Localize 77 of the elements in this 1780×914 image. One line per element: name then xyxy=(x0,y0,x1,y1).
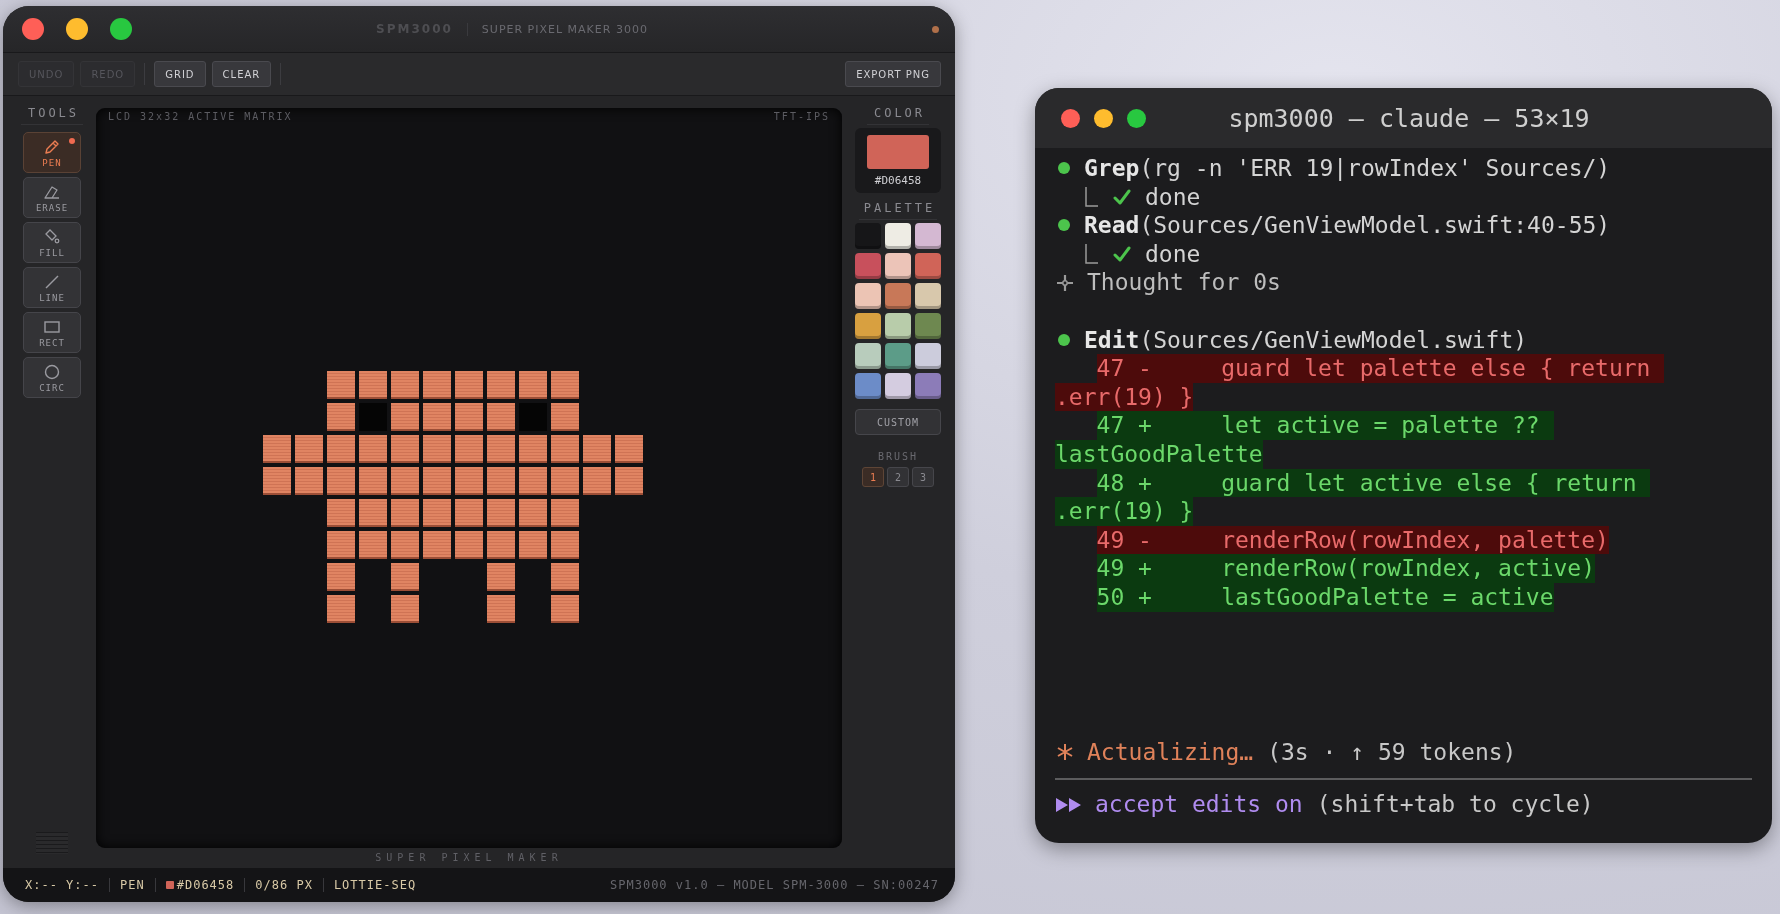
result-text: done xyxy=(1145,239,1201,269)
checkmark-icon xyxy=(1113,245,1131,264)
palette-swatch[interactable] xyxy=(855,343,881,369)
circle-icon xyxy=(42,362,62,382)
tree-branch-icon xyxy=(1083,184,1099,209)
toolbar-button[interactable]: CLEAR xyxy=(211,61,272,87)
bullet-icon xyxy=(1058,219,1070,232)
palette-swatch[interactable] xyxy=(885,343,911,369)
color-hex-label: #D06458 xyxy=(874,174,922,187)
color-swatch[interactable] xyxy=(867,135,929,169)
status-detail: (3s · ↑ 59 tokens) xyxy=(1267,737,1517,767)
status-text: #D06458 xyxy=(176,878,235,892)
section-heading: TOOLS xyxy=(21,106,83,125)
palette-swatch[interactable] xyxy=(885,313,911,339)
tool-button[interactable]: CIRC xyxy=(23,357,81,398)
minimize-button[interactable] xyxy=(66,18,88,40)
palette-swatch[interactable] xyxy=(855,283,881,309)
palette-swatch[interactable] xyxy=(885,253,911,279)
toolbar-button[interactable]: GRID xyxy=(154,61,206,87)
custom-color-button[interactable]: CUSTOM xyxy=(855,409,941,435)
minimize-button[interactable] xyxy=(1094,108,1113,128)
palette-swatch[interactable] xyxy=(885,373,911,399)
palette-swatch[interactable] xyxy=(885,223,911,249)
screen-label: TFT-IPS xyxy=(773,111,830,122)
checkmark-icon xyxy=(1113,187,1131,206)
status-text: LOTTIE-SEQ xyxy=(333,878,417,892)
status-info: SPM3000 v1.0 — MODEL SPM-3000 — SN:00247 xyxy=(610,878,939,892)
fast-forward-icon xyxy=(1055,795,1083,814)
canvas-screen[interactable]: LCD 32x32 ACTIVE MATRIX TFT-IPS xyxy=(96,108,842,848)
tool-button[interactable]: RECT xyxy=(23,312,81,353)
power-light-icon xyxy=(932,25,939,33)
zoom-button[interactable] xyxy=(110,18,132,40)
palette-swatch[interactable] xyxy=(915,343,941,369)
mode-hint: (shift+tab to cycle) xyxy=(1316,790,1594,819)
section-heading: COLOR xyxy=(867,106,929,125)
close-button[interactable] xyxy=(22,18,44,40)
palette-swatch[interactable] xyxy=(885,283,911,309)
brush-size-button[interactable]: 3 xyxy=(912,467,934,487)
bullet-icon xyxy=(1058,162,1070,175)
status-verb: Actualizing… xyxy=(1087,737,1254,767)
export-button[interactable]: EXPORT PNG xyxy=(845,61,941,87)
window-subtitle: SUPER PIXEL MAKER 3000 xyxy=(466,22,648,36)
sparkle-icon xyxy=(1055,272,1075,293)
tool-call-text: Grep(rg -n 'ERR 19|rowIndex' Sources/) xyxy=(1084,154,1611,183)
status-text: PEN xyxy=(120,878,145,892)
close-button[interactable] xyxy=(1061,108,1080,128)
screen-label: LCD 32x32 ACTIVE MATRIX xyxy=(108,111,293,122)
thought-text: Thought for 0s xyxy=(1087,268,1281,297)
tool-button[interactable]: LINE xyxy=(23,267,81,308)
status-text: 0/86 PX xyxy=(255,878,313,892)
mode-label: accept edits on xyxy=(1095,790,1303,819)
tool-call-text: Read(Sources/GenViewModel.swift:40-55) xyxy=(1084,211,1611,240)
zoom-button[interactable] xyxy=(1127,108,1146,128)
palette-swatch[interactable] xyxy=(855,253,881,279)
palette-swatch[interactable] xyxy=(915,373,941,399)
palette-swatch[interactable] xyxy=(915,223,941,249)
brush-size-button[interactable]: 1 xyxy=(862,467,884,487)
asterisk-icon xyxy=(1055,742,1075,763)
status-text: X:-- Y:-- xyxy=(25,878,100,892)
indicator-light-icon xyxy=(69,138,75,144)
brush-size-button[interactable]: 2 xyxy=(887,467,909,487)
tool-button[interactable]: PEN xyxy=(23,132,81,173)
palette-swatch[interactable] xyxy=(855,373,881,399)
tool-call-text: Edit(Sources/GenViewModel.swift) xyxy=(1084,325,1528,355)
window-title: spm3000 — claude — 53×19 xyxy=(1227,103,1591,133)
tool-button[interactable]: FILL xyxy=(23,222,81,263)
section-heading: BRUSH xyxy=(877,451,919,462)
canvas-footer-label: SUPER PIXEL MAKER xyxy=(374,851,564,865)
palette-swatch[interactable] xyxy=(915,313,941,339)
palette-swatch[interactable] xyxy=(915,283,941,309)
palette-swatch[interactable] xyxy=(855,313,881,339)
palette-swatch[interactable] xyxy=(915,253,941,279)
section-heading: PALETTE xyxy=(858,201,938,220)
tree-branch-icon xyxy=(1083,242,1099,267)
bullet-icon xyxy=(1058,333,1070,346)
result-text: done xyxy=(1145,182,1201,212)
tool-button[interactable]: ERASE xyxy=(23,177,81,218)
